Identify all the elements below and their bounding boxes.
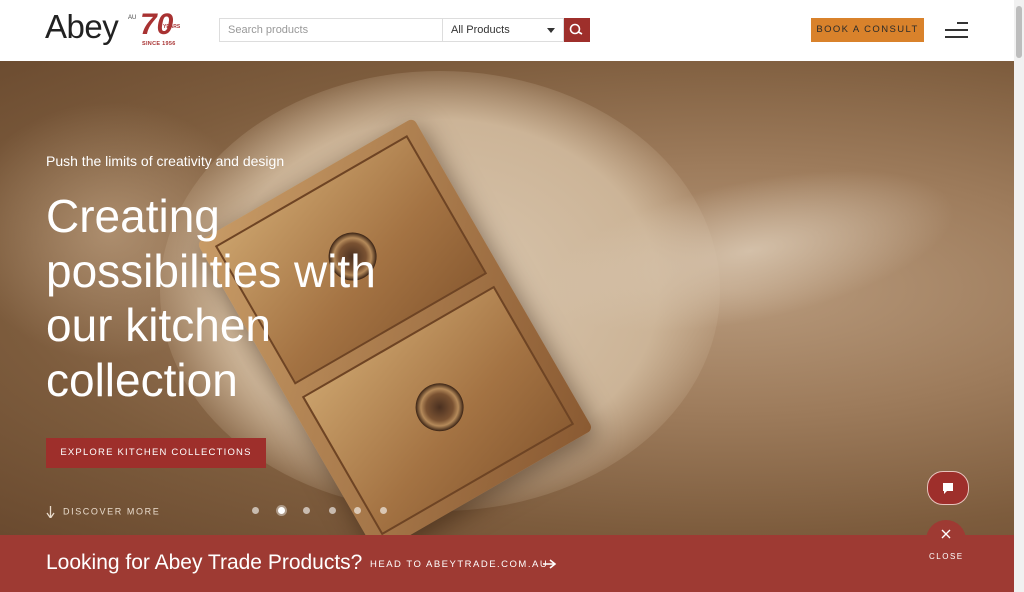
search-icon — [569, 23, 583, 35]
explore-kitchen-button[interactable]: EXPLORE KITCHEN COLLECTIONS — [46, 438, 266, 468]
discover-more-link[interactable]: DISCOVER MORE — [46, 506, 160, 518]
discover-more-label: DISCOVER MORE — [63, 506, 161, 517]
search-input[interactable]: Search products — [219, 18, 443, 42]
logo-years: YEARS — [163, 24, 181, 30]
scrollbar-thumb[interactable] — [1016, 6, 1022, 58]
hero-headline: Creating possibilities with our kitchen … — [46, 190, 376, 406]
chat-button[interactable] — [927, 471, 969, 505]
site-header: Abey AU 70 YEARS SINCE 1956 Search produ… — [0, 0, 1014, 62]
slide-dot[interactable] — [380, 507, 387, 514]
category-select[interactable]: All Products — [442, 18, 564, 42]
trade-banner: Looking for Abey Trade Products? HEAD TO… — [0, 535, 1014, 592]
slide-dot[interactable] — [277, 507, 285, 514]
logo-wordmark: Abey — [45, 8, 119, 45]
arrow-down-icon — [46, 506, 55, 518]
category-select-value: All Products — [451, 24, 510, 36]
arrow-right-icon[interactable] — [543, 559, 557, 569]
chat-icon — [943, 483, 953, 494]
logo-au: AU — [128, 15, 137, 21]
slide-dot[interactable] — [252, 507, 259, 514]
page-scrollbar[interactable] — [1014, 0, 1024, 592]
hero-subtitle: Push the limits of creativity and design — [46, 153, 285, 169]
logo-since: SINCE 1956 — [142, 41, 176, 47]
search-button[interactable] — [564, 18, 590, 42]
hero-slider: Push the limits of creativity and design… — [0, 61, 1014, 535]
banner-title: Looking for Abey Trade Products? — [46, 551, 363, 574]
close-label[interactable]: CLOSE — [929, 552, 964, 561]
chevron-down-icon — [547, 28, 555, 33]
book-consult-button[interactable]: BOOK A CONSULT — [811, 18, 924, 42]
slide-dot[interactable] — [328, 507, 336, 514]
slide-dot[interactable] — [303, 507, 311, 514]
abeytrade-link[interactable]: HEAD TO ABEYTRADE.COM.AU — [370, 559, 548, 570]
hamburger-menu-icon[interactable] — [945, 21, 968, 39]
